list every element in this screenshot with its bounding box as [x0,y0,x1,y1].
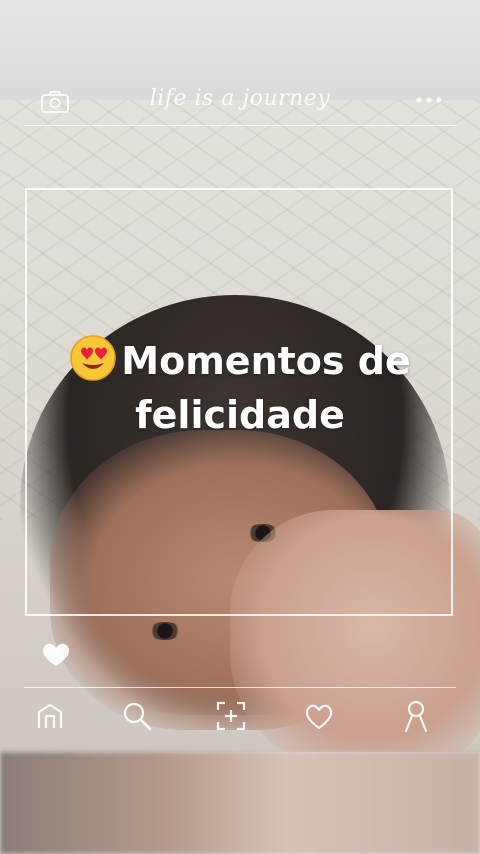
camera-icon[interactable] [40,90,70,114]
heart-eyes-emoji [70,335,117,381]
background-top [0,0,480,100]
background-bottom [0,752,480,854]
like-heart-icon[interactable] [40,640,72,668]
nav-divider [24,687,456,688]
search-icon[interactable] [117,696,157,736]
caption: Momentos de felicidade [30,334,450,442]
app-title: life is a journey [149,86,331,111]
caption-text: Momentos de felicidade [121,339,411,437]
bottom-nav [0,696,480,736]
heart-icon[interactable] [299,696,339,736]
profile-icon[interactable] [396,696,436,736]
add-post-icon[interactable] [211,696,251,736]
more-icon[interactable] [414,92,444,108]
eye-shape [148,622,182,640]
home-icon[interactable] [30,696,70,736]
top-bar: life is a journey [0,86,480,122]
header-divider [24,125,456,126]
